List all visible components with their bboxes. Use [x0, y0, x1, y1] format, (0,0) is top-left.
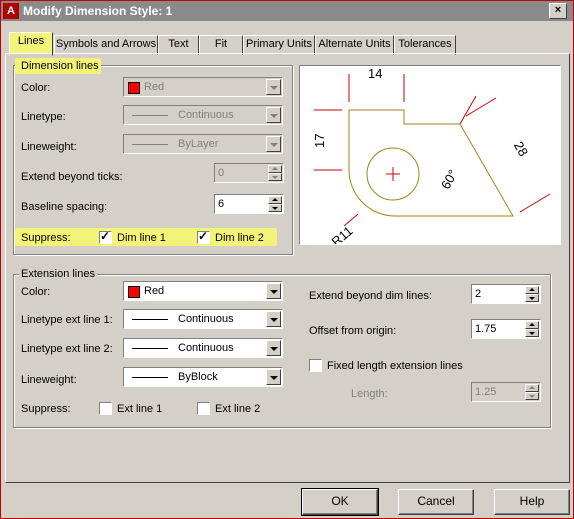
tab-lines[interactable]: Lines	[9, 32, 53, 56]
part-outline	[348, 109, 514, 217]
ext-lineweight-label: Lineweight:	[21, 374, 77, 386]
extension-lines-title: Extension lines	[19, 268, 97, 280]
dim-lineweight-label: Lineweight:	[21, 141, 77, 153]
preview-pane: 14 17 28 60° R11	[299, 65, 561, 249]
offset-origin-input[interactable]: 1.75	[471, 319, 541, 339]
chevron-down-icon	[266, 369, 281, 385]
extend-beyond-dim-label: Extend beyond dim lines:	[309, 290, 432, 302]
cancel-button[interactable]: Cancel	[398, 489, 474, 515]
ext-color-label: Color:	[21, 286, 51, 298]
dim-linetype-select[interactable]: Continuous	[123, 105, 283, 125]
spin-up-icon	[268, 165, 282, 173]
line-sample-icon	[132, 377, 168, 378]
ext-line1-label: Ext line 1	[117, 403, 163, 415]
ext-lt1-label: Linetype ext line 1:	[21, 314, 113, 326]
close-button[interactable]: ×	[549, 3, 567, 19]
tab-primary-units[interactable]: Primary Units	[243, 35, 315, 55]
ext-lineweight-select[interactable]: ByBlock	[123, 367, 283, 387]
title-bar: A Modify Dimension Style: 1 ×	[1, 1, 573, 21]
chevron-down-icon	[266, 107, 281, 123]
checkmark-icon: ✓	[198, 229, 209, 243]
ext-lt1-select[interactable]: Continuous	[123, 309, 283, 329]
tab-fit[interactable]: Fit	[199, 35, 243, 55]
dim-lineweight-select[interactable]: ByLayer	[123, 134, 283, 154]
spin-up-icon[interactable]	[525, 286, 539, 294]
spin-down-icon[interactable]	[525, 329, 539, 337]
spin-down-icon	[525, 392, 539, 400]
dim-linetype-label: Linetype:	[21, 111, 66, 123]
baseline-spacing-label: Baseline spacing:	[21, 201, 108, 213]
spin-down-icon	[268, 173, 282, 181]
extend-beyond-dim-input[interactable]: 2	[471, 284, 541, 304]
spin-up-icon	[525, 384, 539, 392]
ext-line1-checkbox[interactable]	[99, 402, 112, 415]
tab-tolerances[interactable]: Tolerances	[394, 35, 456, 55]
line-sample-icon	[132, 348, 168, 349]
app-icon: A	[3, 3, 19, 19]
dim-text-right: 28	[511, 139, 531, 159]
help-button[interactable]: Help	[494, 489, 570, 515]
tab-alternate-units[interactable]: Alternate Units	[315, 35, 394, 55]
chevron-down-icon	[266, 79, 281, 95]
tab-symbols-arrows[interactable]: Symbols and Arrows	[54, 35, 158, 55]
dim-text-radius: R11	[328, 223, 355, 244]
dim-line1-checkbox[interactable]: ✓	[99, 229, 112, 244]
line-sample-icon	[132, 319, 168, 320]
fixed-length-label: Fixed length extension lines	[327, 360, 463, 372]
ext-lt2-select[interactable]: Continuous	[123, 338, 283, 358]
line-sample-icon	[132, 144, 168, 145]
chevron-down-icon	[266, 283, 281, 299]
extension-line	[519, 193, 551, 213]
line-sample-icon	[132, 115, 168, 116]
red-swatch-icon	[128, 82, 140, 94]
dim-color-select[interactable]: Red	[123, 77, 283, 97]
ok-button[interactable]: OK	[301, 488, 379, 516]
checkmark-icon: ✓	[100, 229, 111, 243]
spin-up-icon[interactable]	[525, 321, 539, 329]
spin-up-icon[interactable]	[268, 196, 282, 204]
extend-beyond-ticks-label: Extend beyond ticks:	[21, 171, 123, 183]
ext-suppress-label: Suppress:	[21, 403, 71, 415]
dim-text-angle: 60°	[438, 167, 461, 192]
extension-line	[465, 97, 497, 117]
dim-text-left: 17	[312, 134, 327, 148]
ext-line2-checkbox[interactable]	[197, 402, 210, 415]
red-swatch-icon	[128, 286, 140, 298]
chevron-down-icon	[266, 136, 281, 152]
spin-down-icon[interactable]	[525, 294, 539, 302]
tab-text[interactable]: Text	[158, 35, 199, 55]
dim-line1-label: Dim line 1	[117, 232, 166, 244]
extend-beyond-ticks-input[interactable]: 0	[214, 163, 284, 183]
dimension-preview-drawing: 14 17 28 60° R11	[312, 66, 551, 249]
dim-color-label: Color:	[21, 82, 51, 94]
baseline-spacing-input[interactable]: 6	[214, 194, 284, 214]
dim-line2-checkbox[interactable]: ✓	[197, 229, 210, 244]
chevron-down-icon	[266, 311, 281, 327]
dimension-lines-title: Dimension lines	[21, 60, 99, 72]
ext-color-select[interactable]: Red	[123, 281, 283, 301]
dim-line2-label: Dim line 2	[215, 232, 264, 244]
fixed-length-checkbox[interactable]	[309, 359, 322, 372]
ext-line2-label: Ext line 2	[215, 403, 261, 415]
dim-suppress-label: Suppress:	[21, 232, 71, 244]
dialog-window: A Modify Dimension Style: 1 × Lines Symb…	[0, 0, 574, 519]
dim-text-top: 14	[368, 66, 382, 81]
extension-line	[459, 95, 477, 125]
window-title: Modify Dimension Style: 1	[23, 4, 173, 18]
length-label: Length:	[351, 388, 388, 400]
offset-origin-label: Offset from origin:	[309, 325, 397, 337]
spin-down-icon[interactable]	[268, 204, 282, 212]
chevron-down-icon	[266, 340, 281, 356]
length-input[interactable]: 1.25	[471, 382, 541, 402]
ext-lt2-label: Linetype ext line 2:	[21, 343, 113, 355]
